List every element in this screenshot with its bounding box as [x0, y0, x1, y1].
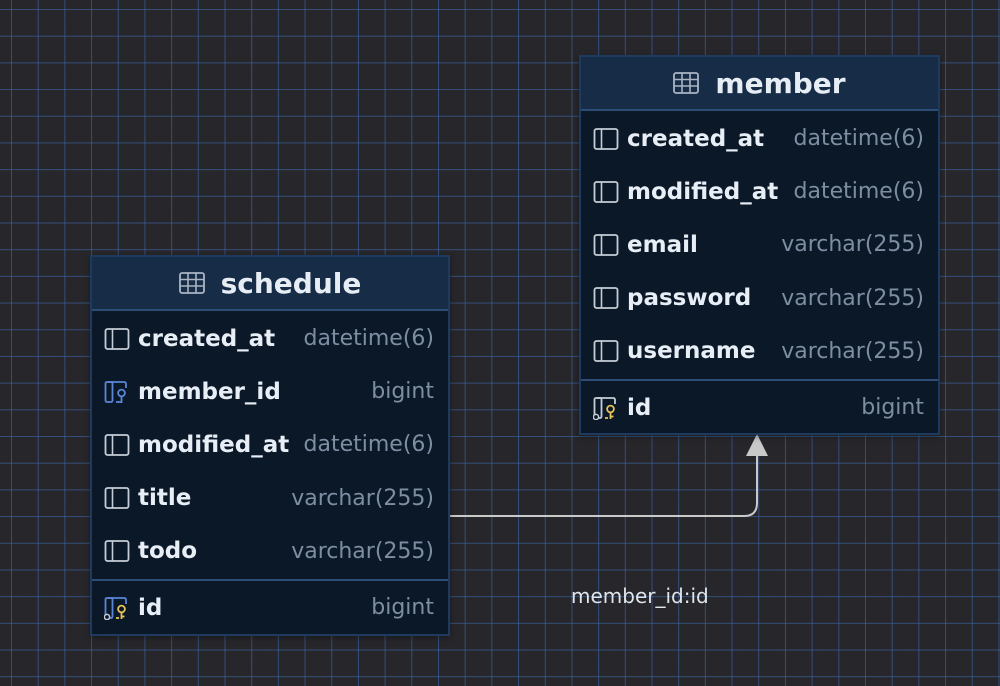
column-type: datetime(6): [303, 326, 434, 352]
primary-key-row[interactable]: id bigint: [581, 381, 938, 434]
column-name: created_at: [627, 125, 765, 152]
primary-key-icon: [103, 596, 130, 620]
column-row[interactable]: modified_at datetime(6): [581, 165, 938, 218]
column-name: created_at: [138, 325, 276, 352]
column-type: varchar(255): [291, 538, 434, 564]
column-row[interactable]: password varchar(255): [581, 272, 938, 325]
table-icon: [178, 272, 205, 294]
column-name: username: [627, 338, 756, 365]
column-type: bigint: [371, 595, 434, 621]
relation-label: member_id:id: [571, 584, 709, 608]
foreign-key-row[interactable]: member_id bigint: [92, 365, 448, 418]
column-name: modified_at: [627, 178, 779, 205]
table-member[interactable]: member created_at datetime(6) modified_a…: [579, 55, 940, 435]
column-type: datetime(6): [303, 432, 434, 458]
column-icon: [593, 180, 619, 204]
diagram-canvas: member created_at datetime(6) modified_a…: [0, 0, 1000, 686]
table-header[interactable]: schedule: [92, 257, 448, 311]
column-icon: [593, 286, 619, 310]
column-name: title: [138, 485, 192, 512]
relation-arrowhead: [746, 434, 768, 456]
column-icon: [104, 539, 130, 563]
column-name: member_id: [138, 378, 281, 405]
primary-key-row[interactable]: id bigint: [92, 581, 448, 634]
column-type: datetime(6): [793, 126, 924, 152]
column-icon: [593, 127, 619, 151]
column-row[interactable]: created_at datetime(6): [92, 312, 448, 365]
table-name: schedule: [220, 266, 362, 300]
column-row[interactable]: title varchar(255): [92, 472, 448, 525]
column-type: datetime(6): [793, 179, 924, 205]
primary-key-icon: [592, 396, 619, 420]
column-icon: [104, 327, 130, 351]
column-type: varchar(255): [781, 338, 924, 364]
column-name: email: [627, 231, 698, 258]
column-type: bigint: [861, 395, 924, 421]
table-header[interactable]: member: [581, 57, 938, 111]
column-type: bigint: [371, 379, 434, 405]
table-schedule[interactable]: schedule created_at datetime(6) member_i…: [90, 255, 450, 636]
column-row[interactable]: modified_at datetime(6): [92, 418, 448, 471]
column-icon: [104, 433, 130, 457]
column-name: todo: [138, 538, 198, 565]
column-row[interactable]: email varchar(255): [581, 218, 938, 271]
foreign-key-icon: [104, 380, 130, 404]
column-name: id: [138, 594, 163, 621]
column-icon: [104, 486, 130, 510]
table-icon: [673, 72, 700, 94]
column-type: varchar(255): [291, 485, 434, 511]
column-icon: [593, 233, 619, 257]
column-type: varchar(255): [781, 285, 924, 311]
table-name: member: [715, 66, 846, 100]
column-row[interactable]: created_at datetime(6): [581, 112, 938, 165]
column-name: modified_at: [138, 431, 290, 458]
column-name: id: [627, 394, 652, 421]
column-icon: [593, 339, 619, 363]
column-row[interactable]: todo varchar(255): [92, 525, 448, 578]
column-row[interactable]: username varchar(255): [581, 325, 938, 378]
relation-line: [450, 452, 758, 517]
column-type: varchar(255): [781, 232, 924, 258]
column-name: password: [627, 285, 752, 312]
